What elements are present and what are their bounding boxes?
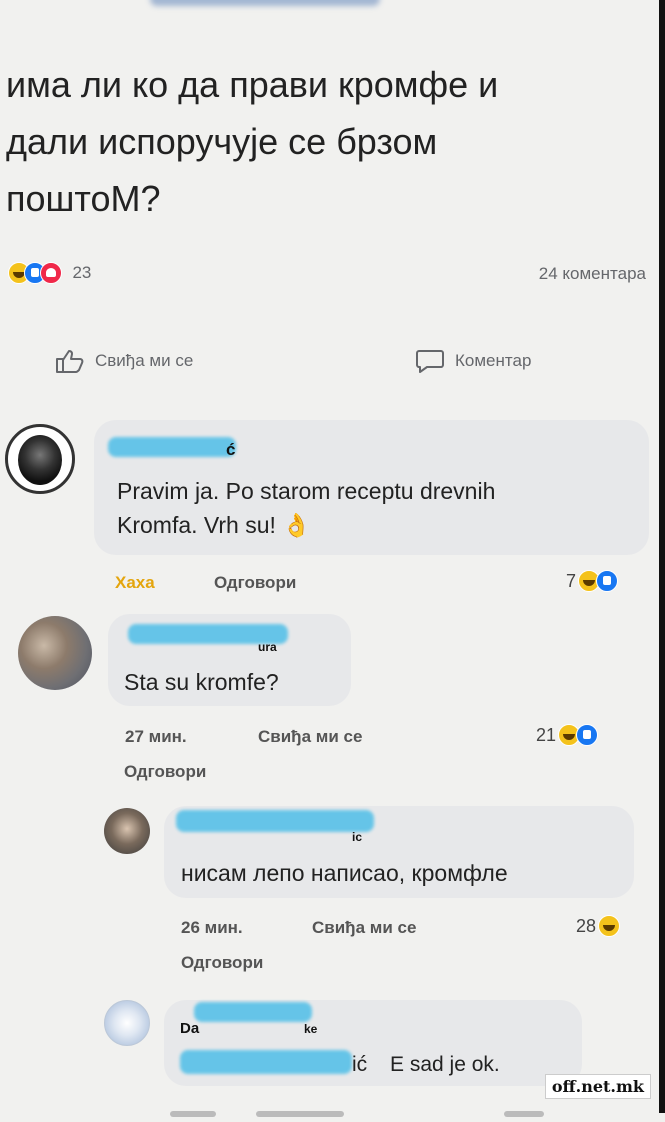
reply-link[interactable]: Одговори [214, 573, 296, 593]
avatar[interactable] [104, 1000, 150, 1046]
comment-text: нисам лепо написао, кромфле [181, 860, 508, 886]
reply-link[interactable]: Одговори [124, 762, 206, 782]
redacted-author-name [194, 1002, 312, 1022]
comment-text-line: Pravim ja. Po starom receptu drevnih [117, 478, 496, 504]
redacted-author-name [108, 437, 236, 457]
comment-time: 27 мин. [125, 727, 187, 746]
comments-count[interactable]: 24 коментара [539, 264, 646, 284]
reactions-summary[interactable]: 23 [8, 262, 92, 284]
post-text-line: поштоМ? [6, 178, 161, 219]
comment-reactions[interactable]: 28 [576, 915, 621, 937]
redacted-mention [180, 1050, 352, 1074]
like-reaction-icon [596, 570, 619, 592]
profile-photo [18, 435, 62, 485]
speech-bubble-icon [416, 350, 444, 373]
cropped-comment-meta [170, 1104, 640, 1117]
comment-reactions[interactable]: 7 [566, 570, 619, 592]
like-button-label: Свиђа ми се [95, 351, 194, 370]
comment-reactions-count: 7 [566, 570, 577, 591]
avatar[interactable] [18, 616, 92, 690]
like-reaction-icon [576, 724, 599, 746]
comment-text: E sad je ok. [390, 1053, 500, 1076]
comment-button-label: Коментар [455, 351, 532, 370]
comment-text: Sta su kromfe? [124, 669, 279, 695]
like-comment-link[interactable]: Свиђа ми се [312, 918, 416, 938]
comment-reactions[interactable]: 21 [536, 724, 599, 746]
haha-reaction-icon [598, 915, 621, 937]
reactions-count: 23 [72, 263, 92, 282]
redacted-author-name [176, 810, 374, 832]
reply-link[interactable]: Одговори [181, 953, 263, 973]
cropped-header [150, 0, 380, 6]
like-button[interactable]: Свиђа ми се [55, 348, 193, 374]
post-actions: Свиђа ми се Коментар [55, 348, 615, 380]
thumbs-up-icon [56, 350, 84, 373]
comment-reactions-count: 21 [536, 724, 557, 745]
comment-time: 26 мин. [181, 918, 243, 937]
post-stats: 23 24 коментара [8, 262, 648, 290]
comment-text-line: Kromfa. Vrh su! 👌 [117, 512, 311, 538]
mention-suffix[interactable]: ić [352, 1048, 367, 1082]
author-name-visible[interactable]: ć [226, 440, 235, 460]
avatar[interactable] [104, 808, 150, 854]
author-name-visible[interactable]: ura [258, 640, 277, 654]
author-name-prefix[interactable]: Da [180, 1020, 199, 1037]
comment-reactions-count: 28 [576, 915, 597, 936]
comment-button[interactable]: Коментар [415, 348, 531, 374]
post-text-line: дали испоручује се брзом [6, 121, 438, 162]
post-text-line: има ли ко да прави кромфе и [6, 64, 499, 105]
comment-text: Pravim ja. Po starom receptu drevnih Kro… [117, 474, 495, 542]
haha-reaction-link[interactable]: Хаха [115, 573, 155, 593]
author-name-visible[interactable]: ke [304, 1022, 317, 1036]
love-reaction-icon [40, 262, 62, 284]
screen-edge [659, 0, 665, 1113]
like-comment-link[interactable]: Свиђа ми се [258, 727, 362, 747]
author-name-visible[interactable]: ic [352, 830, 362, 844]
watermark: off.net.mk [544, 1074, 651, 1099]
post-text: има ли ко да прави кромфе и дали испоруч… [6, 56, 646, 227]
avatar[interactable] [5, 424, 75, 494]
